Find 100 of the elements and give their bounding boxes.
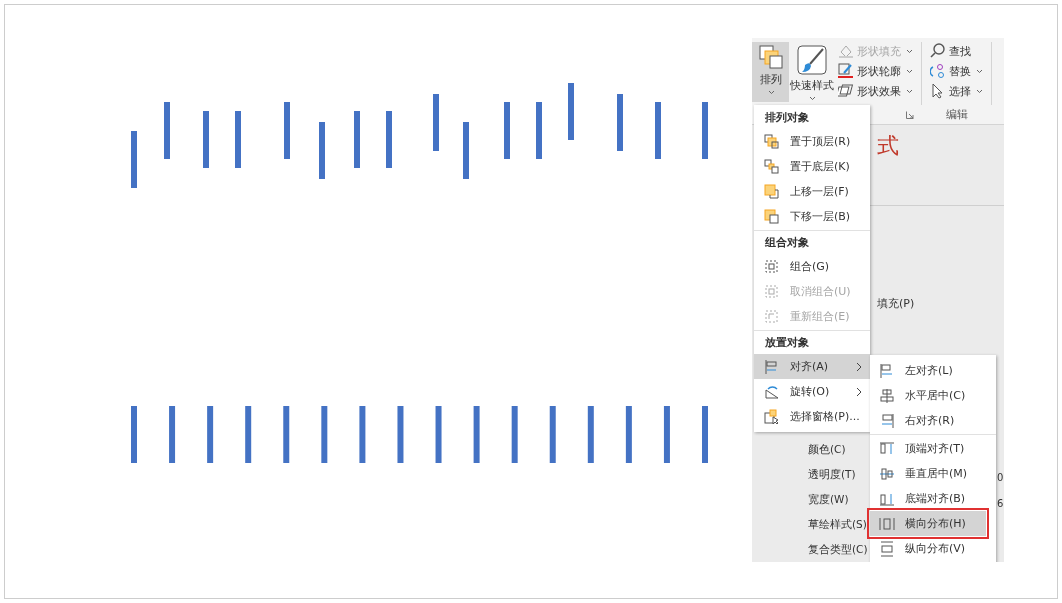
bar-shape (536, 102, 542, 159)
bar-shape (245, 406, 252, 463)
menu-header: 放置对象 (764, 335, 810, 351)
ungroup-icon (764, 283, 780, 300)
submenu-item[interactable]: 右对齐(R) (870, 408, 986, 433)
bring-forward-icon (764, 183, 780, 200)
align-left-icon (879, 362, 895, 379)
regroup-icon (764, 308, 780, 325)
menu-item[interactable]: 置于底层(K) (754, 154, 870, 179)
ribbon-command[interactable]: 形状轮廓 (838, 63, 913, 79)
pane-title: 式 (877, 133, 900, 159)
bar-shape (433, 94, 439, 151)
distribute-horizontal-icon (879, 515, 895, 532)
bar-shape (321, 406, 328, 463)
menu-item[interactable]: 上移一层(F) (754, 179, 870, 204)
align-icon (764, 358, 780, 375)
submenu-item[interactable]: 纵向分布(V) (870, 536, 986, 561)
submenu-item[interactable]: 左对齐(L) (870, 358, 986, 383)
chevron-right-icon (856, 386, 862, 397)
property-label: 草绘样式(S) (808, 517, 868, 532)
search-icon (930, 43, 946, 59)
property-label: 透明度(T) (808, 467, 857, 482)
ribbon-command[interactable]: 形状效果 (838, 83, 913, 99)
submenu-item[interactable]: 底端对齐(B) (870, 486, 986, 511)
dialog-launcher-icon[interactable] (906, 110, 914, 119)
caret-icon (906, 68, 913, 74)
bar-shape (169, 406, 176, 463)
bar-shape (587, 406, 594, 463)
bar-shape (663, 406, 670, 463)
bar-shape (164, 102, 170, 159)
menu-item[interactable]: 组合(G) (754, 254, 870, 279)
bar-shape (617, 94, 623, 151)
submenu-item[interactable]: 横向分布(H) (870, 511, 986, 536)
bar-shape (549, 406, 556, 463)
stacked-squares-icon (758, 45, 783, 69)
send-backward-icon (764, 208, 780, 225)
selection-pane-icon (764, 408, 780, 425)
bar-shape (386, 111, 392, 168)
bar-shape (655, 102, 661, 159)
ribbon-button[interactable]: 排列 (752, 42, 789, 102)
bar-shape (207, 406, 214, 463)
group-icon (764, 258, 780, 275)
menu-item[interactable]: 置于顶层(R) (754, 129, 870, 154)
bar-shape (131, 406, 137, 463)
menu-header: 组合对象 (764, 235, 810, 251)
menu-header: 排列对象 (764, 110, 810, 126)
menu-item[interactable]: 对齐(A) (754, 354, 870, 379)
align-middle-icon (879, 465, 895, 482)
menu-item[interactable]: 旋转(O) (754, 379, 870, 404)
caret-icon (976, 68, 983, 74)
ribbon-command[interactable]: 选择 (930, 83, 983, 99)
bar-shape (283, 406, 290, 463)
caret-icon (906, 88, 913, 94)
option-label: 填充(P) (877, 296, 916, 311)
send-to-back-icon (764, 158, 780, 175)
bar-shape (354, 111, 360, 168)
submenu-item[interactable]: 垂直居中(M) (870, 461, 986, 486)
property-label: 颜色(C) (808, 442, 847, 457)
caret-icon (768, 90, 775, 95)
replace-icon (930, 63, 946, 79)
bar-shape (511, 406, 518, 463)
caret-icon (906, 48, 913, 54)
bar-shape (504, 102, 510, 159)
bar-shape (319, 122, 325, 179)
bar-shape (284, 102, 290, 159)
align-top-icon (879, 440, 895, 457)
align-right-icon (879, 412, 895, 429)
chevron-right-icon (856, 361, 862, 372)
distribute-vertical-icon (879, 540, 895, 557)
rotate-icon (764, 383, 780, 400)
submenu-item[interactable]: 水平居中(C) (870, 383, 986, 408)
property-label: 宽度(W) (808, 492, 850, 507)
value-field[interactable]: 0 (997, 470, 1004, 486)
align-center-icon (879, 387, 895, 404)
menu-item[interactable]: 选择窗格(P)... (754, 404, 870, 429)
value-field[interactable]: 6 (997, 496, 1004, 512)
bar-shape (397, 406, 404, 463)
menu-item[interactable]: 下移一层(B) (754, 204, 870, 229)
caret-icon (809, 96, 816, 101)
bar-shape (568, 83, 574, 140)
property-label: 复合类型(C) (808, 542, 868, 557)
bar-shape (359, 406, 366, 463)
bar-shape (473, 406, 480, 463)
bar-shape (435, 406, 442, 463)
submenu-item[interactable]: 顶端对齐(T) (870, 436, 986, 461)
caret-icon (976, 88, 983, 94)
pen-icon (838, 63, 854, 79)
bar-shape (203, 111, 209, 168)
bring-to-front-icon (764, 133, 780, 150)
bar-shape (131, 131, 137, 188)
bar-shape (702, 406, 708, 463)
group-label: 编辑 (946, 107, 968, 122)
ribbon-button[interactable]: 快速样式 (789, 42, 834, 102)
ribbon-command[interactable]: 替换 (930, 63, 983, 79)
ribbon-command[interactable]: 查找 (930, 43, 983, 59)
bar-shape (702, 102, 708, 159)
bar-shape (463, 122, 469, 179)
bar-shape (235, 111, 241, 168)
brush-icon (796, 45, 827, 75)
bar-shape (625, 406, 632, 463)
